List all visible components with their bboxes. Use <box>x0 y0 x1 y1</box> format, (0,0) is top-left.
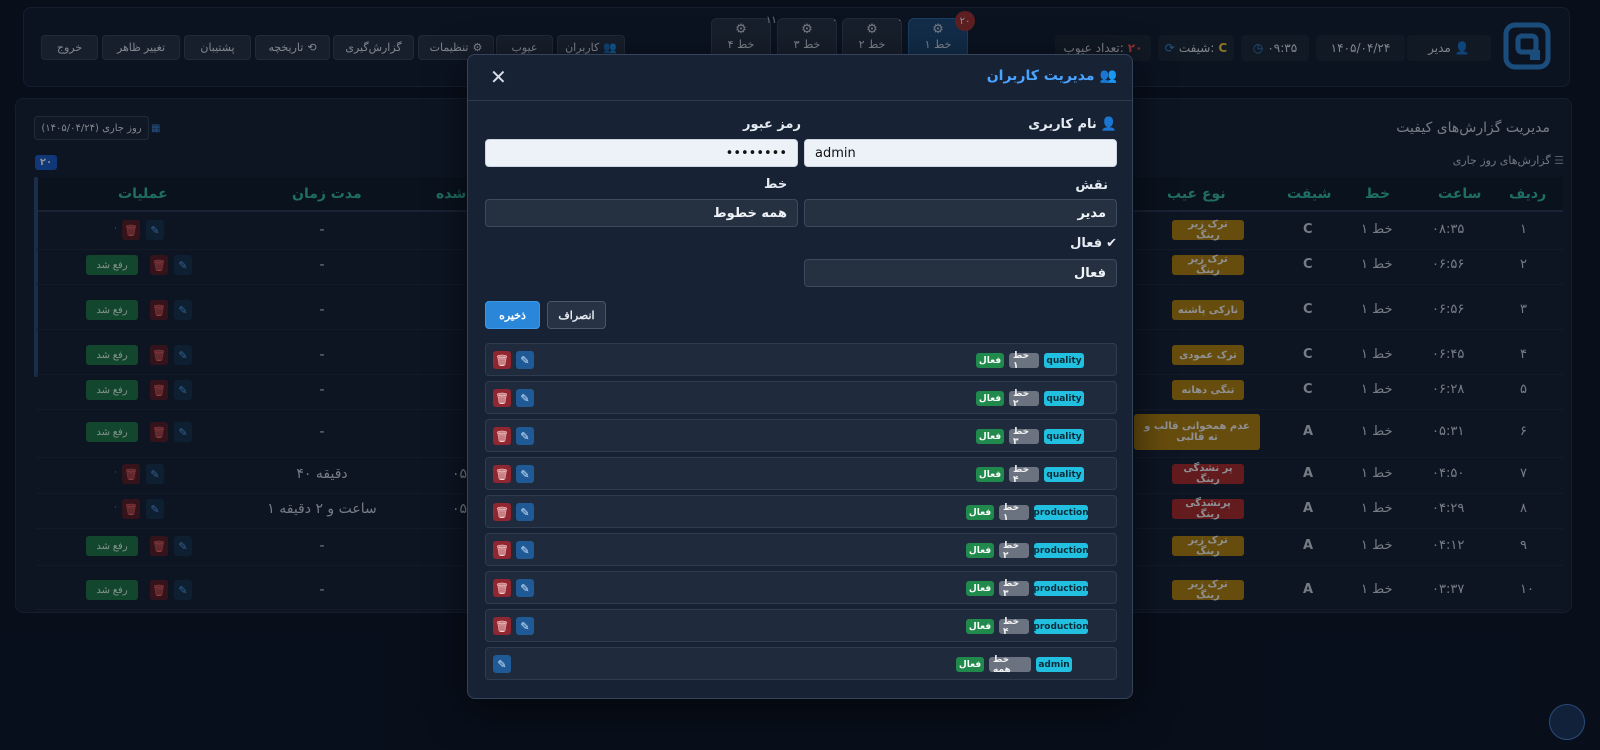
user-line-badge: خط ۱ <box>1009 351 1039 371</box>
user-line-badge: خط ۳ <box>999 579 1029 599</box>
edit-icon[interactable]: ✎ <box>516 503 534 521</box>
password-label: رمز عبور <box>743 117 801 132</box>
username-label-text: نام کاربری <box>1028 117 1097 132</box>
check-circle-icon: ✔ <box>1106 236 1117 251</box>
user-icon: 👤 <box>1100 117 1117 132</box>
user-status-badge: فعال <box>966 505 994 520</box>
role-label: نقش <box>1075 178 1108 193</box>
user-status-badge: فعال <box>966 619 994 634</box>
users-icon: 👥 <box>1099 68 1117 84</box>
line-label-text: خط <box>764 177 788 192</box>
role-value: مدیر <box>1077 205 1106 221</box>
role-select[interactable]: مدیر <box>804 199 1117 227</box>
username-label: نام کاربری 👤 <box>1028 117 1117 132</box>
trash-icon[interactable]: 🗑 <box>493 541 511 559</box>
user-status-badge: فعال <box>966 543 994 558</box>
user-role-badge: quality <box>1044 391 1084 406</box>
line-label: خط <box>764 177 787 192</box>
save-label: ذخیره <box>499 309 526 322</box>
modal-title: مدیریت کاربران 👥 <box>987 68 1117 84</box>
trash-icon[interactable]: 🗑 <box>493 427 511 445</box>
user-row: production خط ۴ فعال 🗑 ✎ <box>485 609 1117 642</box>
user-row: production خط ۳ فعال 🗑 ✎ <box>485 571 1117 604</box>
trash-icon[interactable]: 🗑 <box>493 465 511 483</box>
user-line-badge: خط ۱ <box>999 503 1029 523</box>
user-line-badge: خط ۲ <box>1009 389 1039 409</box>
user-status-badge: فعال <box>966 581 994 596</box>
user-status-badge: فعال <box>976 429 1004 444</box>
password-value: •••••••• <box>725 145 787 161</box>
edit-icon[interactable]: ✎ <box>516 465 534 483</box>
user-role-badge: quality <box>1044 429 1084 444</box>
user-row: admin خط همه فعال ✎ <box>485 647 1117 680</box>
user-line-badge: خط همه <box>989 655 1031 675</box>
modal-title-text: مدیریت کاربران <box>986 68 1095 84</box>
user-role-badge: production <box>1033 619 1089 634</box>
users-modal: مدیریت کاربران 👥 ✕ نام کاربری 👤 رمز عبور… <box>467 54 1133 699</box>
user-line-badge: خط ۲ <box>999 541 1029 561</box>
user-role-badge: quality <box>1044 467 1084 482</box>
user-role-badge: production <box>1033 581 1089 596</box>
trash-icon[interactable]: 🗑 <box>493 503 511 521</box>
user-role-badge: admin <box>1036 657 1072 672</box>
password-label-text: رمز عبور <box>743 117 801 132</box>
user-status-badge: فعال <box>976 391 1004 406</box>
user-line-badge: خط ۴ <box>999 617 1029 637</box>
active-label-text: فعال <box>1070 236 1103 251</box>
line-value: همه خطوط <box>713 205 787 221</box>
username-field[interactable]: admin <box>804 139 1117 167</box>
trash-icon[interactable]: 🗑 <box>493 351 511 369</box>
trash-icon[interactable]: 🗑 <box>493 617 511 635</box>
edit-icon[interactable]: ✎ <box>516 389 534 407</box>
active-value: فعال <box>1073 265 1106 281</box>
user-row: quality خط ۱ فعال 🗑 ✎ <box>485 343 1117 376</box>
trash-icon[interactable]: 🗑 <box>493 389 511 407</box>
user-row: quality خط ۲ فعال 🗑 ✎ <box>485 381 1117 414</box>
edit-icon[interactable]: ✎ <box>516 541 534 559</box>
cancel-label: انصراف <box>558 309 595 322</box>
password-field[interactable]: •••••••• <box>485 139 798 167</box>
line-select[interactable]: همه خطوط <box>485 199 798 227</box>
close-icon[interactable]: ✕ <box>490 65 507 89</box>
user-status-badge: فعال <box>976 353 1004 368</box>
trash-icon[interactable]: 🗑 <box>493 579 511 597</box>
edit-icon[interactable]: ✎ <box>493 655 511 673</box>
user-row: production خط ۱ فعال 🗑 ✎ <box>485 495 1117 528</box>
user-line-badge: خط ۳ <box>1009 427 1039 447</box>
floating-action-button[interactable] <box>1549 704 1585 740</box>
active-select[interactable]: فعال <box>804 259 1117 287</box>
edit-icon[interactable]: ✎ <box>516 617 534 635</box>
edit-icon[interactable]: ✎ <box>516 351 534 369</box>
username-value: admin <box>815 145 856 161</box>
role-label-text: نقش <box>1075 178 1108 193</box>
edit-icon[interactable]: ✎ <box>516 579 534 597</box>
user-row: quality خط ۳ فعال 🗑 ✎ <box>485 419 1117 452</box>
user-row: quality خط ۴ فعال 🗑 ✎ <box>485 457 1117 490</box>
user-status-badge: فعال <box>956 657 984 672</box>
edit-icon[interactable]: ✎ <box>516 427 534 445</box>
user-role-badge: production <box>1033 505 1089 520</box>
save-button[interactable]: ذخیره <box>485 301 540 329</box>
active-label: فعال ✔ <box>1070 236 1117 251</box>
cancel-button[interactable]: انصراف <box>547 301 606 329</box>
user-line-badge: خط ۴ <box>1009 465 1039 485</box>
user-row: production خط ۲ فعال 🗑 ✎ <box>485 533 1117 566</box>
user-role-badge: production <box>1033 543 1089 558</box>
user-status-badge: فعال <box>976 467 1004 482</box>
user-role-badge: quality <box>1044 353 1084 368</box>
